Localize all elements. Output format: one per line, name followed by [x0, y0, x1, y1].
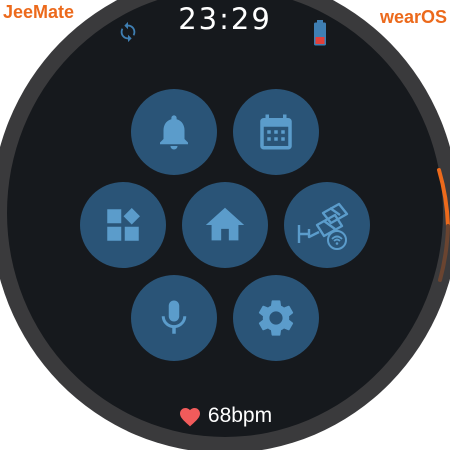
heart-rate: 68bpm	[0, 404, 450, 428]
calendar-button[interactable]	[233, 89, 319, 175]
clock-time: 23:29	[178, 2, 272, 36]
gear-icon	[258, 300, 294, 336]
battery-low-icon	[313, 20, 327, 46]
security-camera-icon	[297, 202, 349, 250]
heart-rate-value: 68bpm	[207, 404, 273, 427]
microphone-icon	[161, 300, 187, 334]
heart-icon	[179, 408, 200, 427]
settings-button[interactable]	[233, 275, 319, 361]
calendar-icon	[260, 114, 292, 150]
watch-stage: JeeMate wearOS 23:29 68bpm	[0, 0, 450, 450]
voice-button[interactable]	[131, 275, 217, 361]
sync-icon[interactable]	[117, 21, 139, 43]
notifications-button[interactable]	[131, 89, 217, 175]
home-button[interactable]	[182, 182, 268, 268]
dashboard-button[interactable]	[80, 182, 166, 268]
home-icon	[205, 207, 245, 241]
dashboard-icon	[107, 208, 140, 241]
cameras-button[interactable]	[284, 182, 370, 268]
bell-icon	[160, 115, 188, 150]
